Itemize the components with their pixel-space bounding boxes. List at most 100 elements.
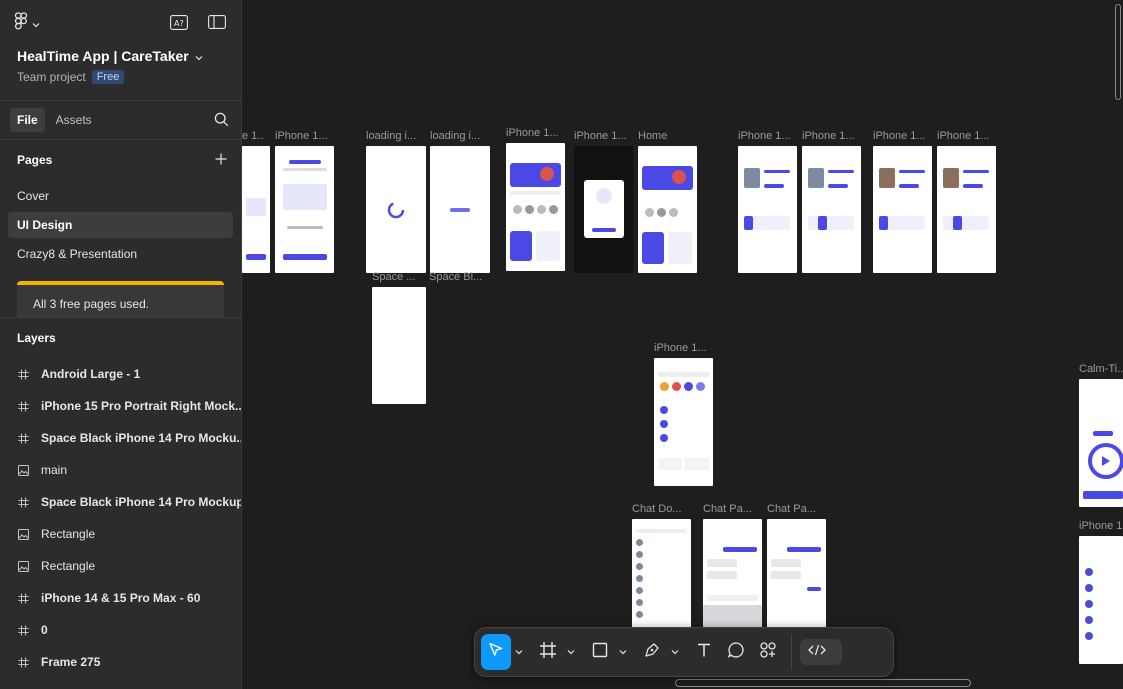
frame-icon	[17, 497, 29, 508]
frame-label[interactable]: iPhone 1...	[506, 127, 564, 139]
vertical-scrollbar[interactable]	[1115, 4, 1121, 100]
frame-label[interactable]: iPhone 1...	[873, 130, 933, 142]
frame-label[interactable]: iPhone 1...	[937, 130, 997, 142]
layer-item-label: Space Black iPhone 14 Pro Mocku...	[41, 431, 241, 445]
chevron-down-icon	[32, 15, 40, 33]
cursor-arrow-icon	[488, 642, 504, 663]
frame-label[interactable]: iPhone 1...	[1079, 520, 1123, 532]
frame-services[interactable]	[654, 358, 713, 486]
frame-doctor-profile-1[interactable]	[738, 146, 797, 273]
frame-label[interactable]: iPhone 1...	[802, 130, 862, 142]
frame-welcome-modal[interactable]	[574, 146, 633, 273]
frame-verify-email-2[interactable]	[275, 146, 334, 273]
search-icon[interactable]	[214, 112, 229, 132]
tab-file[interactable]: File	[10, 108, 45, 132]
project-type: Team project	[17, 70, 86, 84]
move-tool-dropdown[interactable]	[513, 649, 525, 655]
left-sidebar: A? HealTime App | CareTaker Team project…	[0, 0, 242, 689]
font-check-icon[interactable]: A?	[169, 13, 189, 31]
layer-item[interactable]: Space Black iPhone 14 Pro Mockup	[0, 486, 241, 518]
layer-item-label: Rectangle	[41, 527, 96, 541]
layer-item-label: iPhone 14 & 15 Pro Max - 60	[41, 591, 201, 605]
components-grid-icon	[759, 641, 777, 664]
frame-tool[interactable]	[533, 634, 563, 670]
frame-label[interactable]: e 1...	[242, 130, 264, 142]
layer-item-label: iPhone 15 Pro Portrait Right Mock...	[41, 399, 241, 413]
design-canvas[interactable]: e 1... iPhone 1... loading i... loading …	[242, 0, 1123, 689]
frame-home[interactable]	[638, 146, 697, 273]
tab-assets[interactable]: Assets	[49, 108, 99, 132]
frame-chat-doctors[interactable]	[632, 519, 691, 634]
frame-icon	[17, 401, 29, 412]
dev-mode-toggle[interactable]	[800, 639, 842, 665]
shape-tool[interactable]	[585, 634, 615, 670]
shape-tool-dropdown[interactable]	[617, 649, 629, 655]
frame-label[interactable]: iPhone 1...	[574, 130, 634, 142]
frame-label[interactable]: Space ...	[372, 271, 426, 283]
layer-item-label: 0	[41, 623, 48, 637]
frame-loading-1[interactable]	[366, 146, 426, 273]
pen-tool-dropdown[interactable]	[669, 649, 681, 655]
layer-item[interactable]: iPhone 15 Pro Portrait Right Mock...	[0, 390, 241, 422]
toggle-sidebar-icon[interactable]	[207, 13, 227, 31]
frame-doctor-profile-4[interactable]	[937, 146, 996, 273]
frame-icon	[17, 369, 29, 380]
layer-item-label: Rectangle	[41, 559, 96, 573]
page-item-ui-design[interactable]: UI Design	[8, 212, 233, 238]
frame-label[interactable]: Chat Pa...	[767, 503, 827, 515]
layer-item[interactable]: Rectangle	[0, 518, 241, 550]
project-title-button[interactable]: HealTime App | CareTaker	[17, 48, 224, 64]
frame-label[interactable]: iPhone 1...	[275, 130, 333, 142]
sidebar-topbar: A?	[0, 0, 241, 44]
layer-item-label: main	[41, 463, 68, 477]
layer-item[interactable]: Rectangle	[0, 550, 241, 582]
frame-label[interactable]: iPhone 1...	[738, 130, 798, 142]
frame-label[interactable]: loading i...	[430, 130, 490, 142]
frame-tool-dropdown[interactable]	[565, 649, 577, 655]
frame-label[interactable]: iPhone 1...	[654, 342, 714, 354]
pen-tool[interactable]	[637, 634, 667, 670]
layer-item-label: Android Large - 1	[41, 367, 141, 381]
frame-label[interactable]: loading i...	[366, 130, 426, 142]
main-menu-button[interactable]	[14, 12, 40, 35]
frame-chat-page-2[interactable]	[767, 519, 826, 634]
move-tool[interactable]	[481, 634, 511, 670]
frame-chat-page-1[interactable]	[703, 519, 762, 634]
layer-item[interactable]: Android Large - 1	[0, 358, 241, 390]
frame-doctor-profile-2[interactable]	[802, 146, 861, 273]
frame-label[interactable]: Chat Pa...	[703, 503, 763, 515]
horizontal-scrollbar[interactable]	[675, 679, 971, 687]
frame-verify-email-1[interactable]	[242, 146, 270, 273]
page-item-crazy8-presentation[interactable]: Crazy8 & Presentation	[8, 241, 233, 267]
frame-label[interactable]: Calm-Ti...	[1079, 363, 1123, 375]
layer-item[interactable]: Frame 276	[0, 678, 241, 689]
actions-tool[interactable]	[753, 634, 783, 670]
plan-badge[interactable]: Free	[91, 70, 125, 84]
frame-dashboard-1[interactable]	[506, 143, 565, 271]
frame-hash-icon	[539, 641, 557, 664]
frame-loading-2[interactable]	[430, 146, 490, 273]
frame-calm-timer[interactable]	[1079, 379, 1123, 507]
frame-label[interactable]: Chat Do...	[632, 503, 690, 515]
layer-item[interactable]: Space Black iPhone 14 Pro Mocku...	[0, 422, 241, 454]
comment-tool[interactable]	[721, 634, 751, 670]
frame-space-black-mockup[interactable]	[372, 287, 426, 404]
layer-item-label: Space Black iPhone 14 Pro Mockup	[41, 495, 241, 509]
layer-item[interactable]: main	[0, 454, 241, 486]
frame-icon	[17, 625, 29, 636]
frame-icon	[17, 433, 29, 444]
frame-label[interactable]: Space Bl...	[429, 271, 491, 283]
add-page-icon[interactable]	[215, 153, 227, 168]
layer-item[interactable]: 0	[0, 614, 241, 646]
project-header: HealTime App | CareTaker Team project Fr…	[0, 48, 241, 84]
frame-label[interactable]: Home	[638, 130, 698, 142]
pages-list: Cover UI Design Crazy8 & Presentation	[0, 183, 241, 267]
pages-limit-notice: All 3 free pages used.	[17, 281, 224, 317]
frame-categories-list[interactable]	[1079, 536, 1123, 664]
layer-item[interactable]: iPhone 14 & 15 Pro Max - 60	[0, 582, 241, 614]
image-icon	[17, 528, 29, 540]
frame-doctor-profile-3[interactable]	[873, 146, 932, 273]
page-item-cover[interactable]: Cover	[8, 183, 233, 209]
layer-item[interactable]: Frame 275	[0, 646, 241, 678]
text-tool[interactable]	[689, 634, 719, 670]
